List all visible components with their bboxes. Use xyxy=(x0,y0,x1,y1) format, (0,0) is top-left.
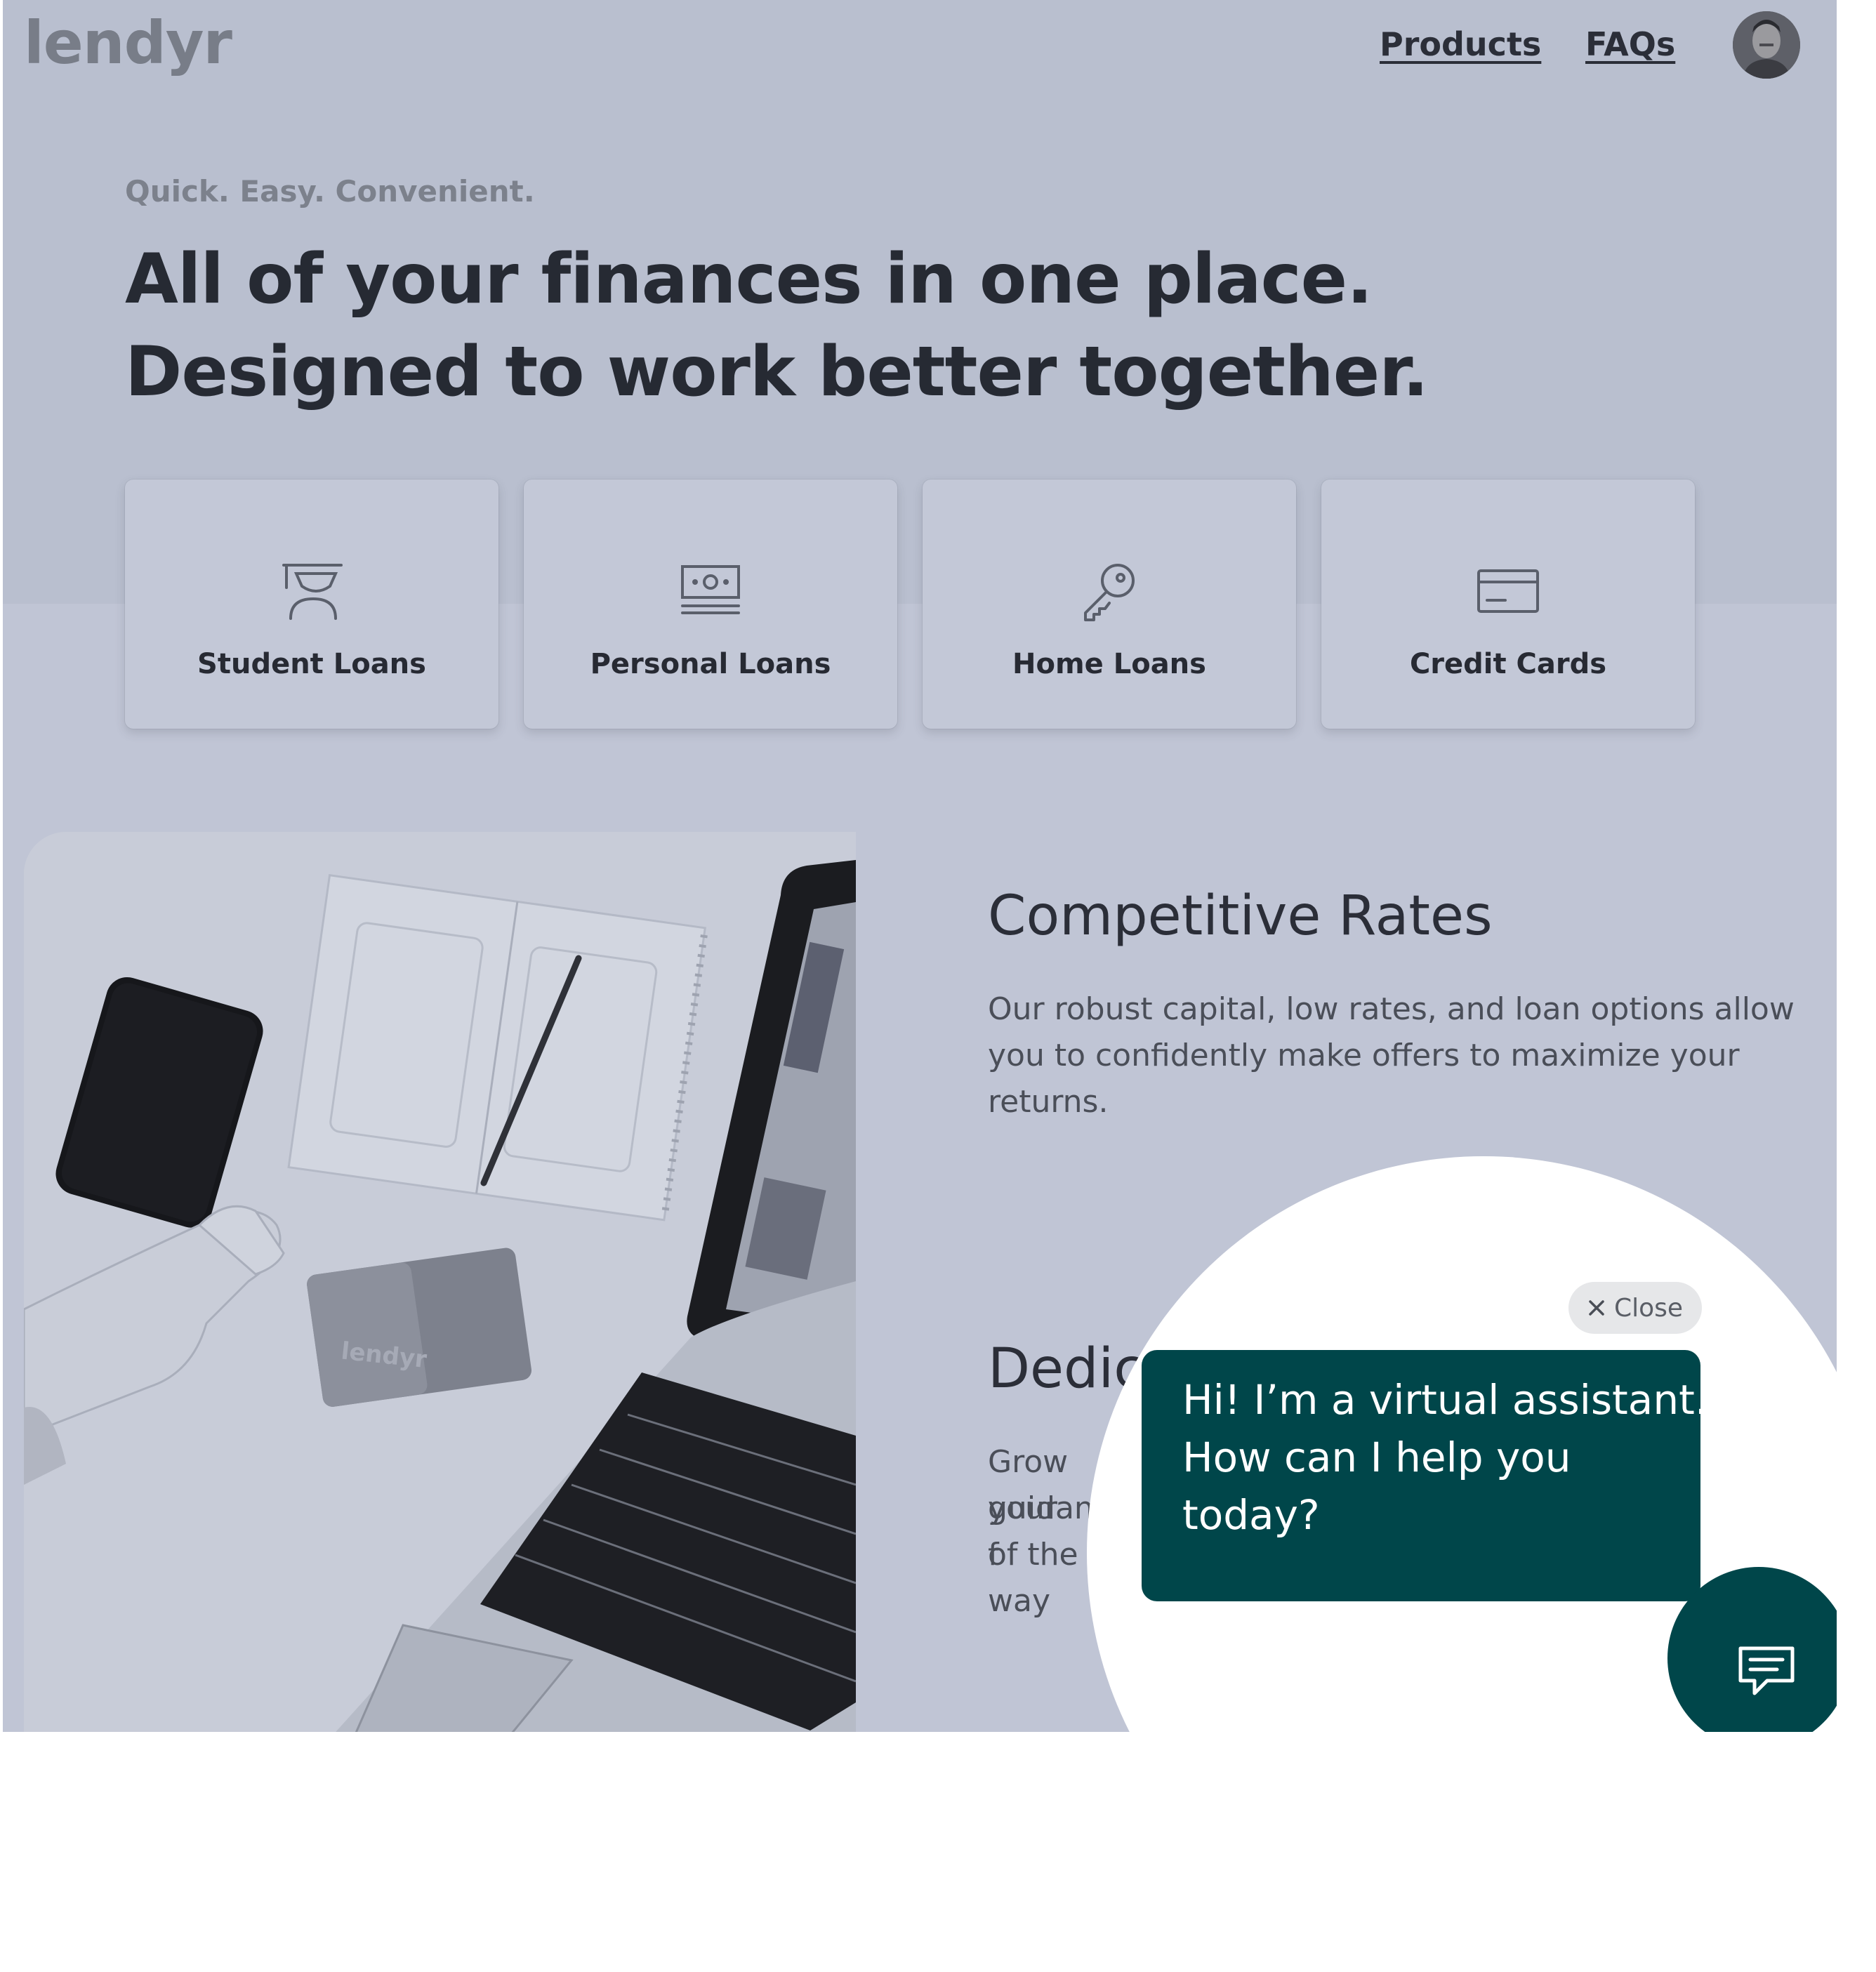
hero-photo: lendyr xyxy=(24,832,856,1732)
feature-body-competitive-rates: Our robust capital, low rates, and loan … xyxy=(988,991,1795,1120)
greeting-line-1: Hi! I’m a virtual assistant. xyxy=(1182,1376,1708,1424)
product-card-credit-cards[interactable]: Credit Cards xyxy=(1321,479,1695,729)
feature-title-competitive-rates: Competitive Rates xyxy=(988,885,1493,948)
product-label-credit-cards: Credit Cards xyxy=(1409,648,1607,680)
product-label-home-loans: Home Loans xyxy=(1012,648,1206,680)
graduate-icon xyxy=(282,564,343,620)
credit-card-icon xyxy=(1477,569,1539,613)
nav-products-link[interactable]: Products xyxy=(1380,25,1541,63)
page-bottom-margin xyxy=(0,1732,1876,1972)
product-card-home-loans[interactable]: Home Loans xyxy=(923,479,1296,729)
hero-headline: All of your finances in one place. Desig… xyxy=(125,233,1429,418)
nav-faqs-link[interactable]: FAQs xyxy=(1585,25,1675,63)
key-icon xyxy=(1084,564,1135,621)
assistant-launcher-button[interactable] xyxy=(1667,1567,1850,1749)
hero-tagline: Quick. Easy. Convenient. xyxy=(125,174,535,209)
greeting-line-3: today? xyxy=(1182,1491,1320,1539)
product-card-personal-loans[interactable]: Personal Loans xyxy=(524,479,897,729)
laptop-card-photo: lendyr xyxy=(24,832,856,1732)
close-greeting-button[interactable]: Close xyxy=(1568,1282,1702,1334)
product-label-personal-loans: Personal Loans xyxy=(590,648,831,680)
close-icon xyxy=(1589,1300,1604,1316)
headline-line-2: Designed to work better together. xyxy=(125,332,1429,412)
page-right-margin xyxy=(1837,0,1876,1972)
cash-icon xyxy=(681,565,740,614)
close-label: Close xyxy=(1613,1293,1684,1323)
user-avatar[interactable] xyxy=(1733,11,1800,79)
product-card-student-loans[interactable]: Student Loans xyxy=(125,479,498,729)
product-label-student-loans: Student Loans xyxy=(197,648,426,680)
headline-line-1: All of your finances in one place. xyxy=(125,239,1373,319)
assistant-greeting-bubble[interactable]: Hi! I’m a virtual assistant. How can I h… xyxy=(1142,1350,1708,1601)
person-icon xyxy=(1733,11,1800,79)
lendyr-logo[interactable]: lendyr xyxy=(24,8,232,77)
greeting-line-2: How can I help you xyxy=(1182,1434,1571,1481)
chat-icon xyxy=(1738,1646,1795,1695)
